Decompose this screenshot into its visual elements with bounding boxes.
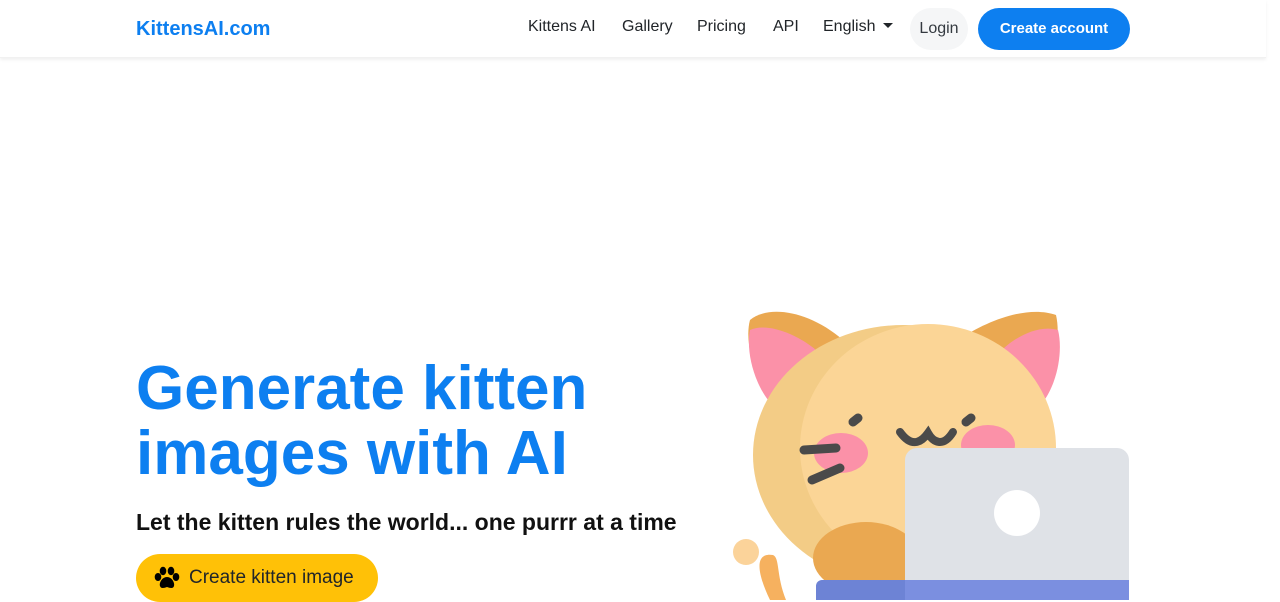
create-account-button[interactable]: Create account (978, 8, 1130, 50)
nav-link-api[interactable]: API (773, 17, 799, 37)
kitten-laptop-illustration (733, 311, 1129, 600)
paw-icon (154, 566, 180, 588)
language-dropdown[interactable]: English (823, 17, 894, 37)
nav-link-kittens-ai[interactable]: Kittens AI (528, 17, 596, 37)
hero-title: Generate kitten images with AI (136, 354, 588, 488)
kitten-tail-tip (733, 539, 759, 565)
caret-down-icon (883, 23, 894, 28)
kitten-tail (759, 554, 786, 600)
hero-subtitle: Let the kitten rules the world... one pu… (136, 509, 677, 535)
login-button[interactable]: Login (910, 8, 968, 50)
laptop-logo (994, 490, 1040, 536)
cta-label: Create kitten image (189, 567, 354, 588)
create-kitten-image-button[interactable]: Create kitten image (136, 554, 378, 602)
language-label: English (823, 18, 876, 35)
nav-link-gallery[interactable]: Gallery (622, 17, 673, 37)
brand-logo[interactable]: KittensAI.com (136, 17, 270, 41)
navbar: KittensAI.com Kittens AI Gallery Pricing… (0, 0, 1266, 58)
nav-link-pricing[interactable]: Pricing (697, 17, 746, 37)
